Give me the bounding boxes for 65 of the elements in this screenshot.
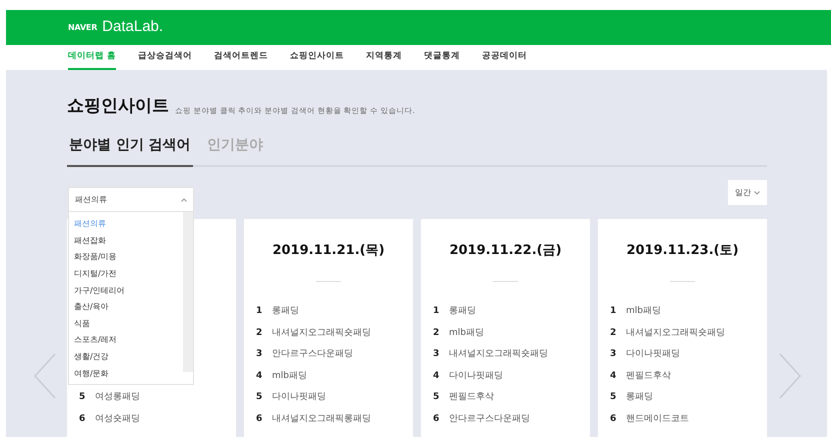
- nav-tab[interactable]: 댓글통계: [424, 45, 460, 70]
- rank-number: 5: [79, 391, 85, 404]
- keyword-link[interactable]: 내셔널지오그래픽숏패딩: [272, 326, 371, 340]
- chevron-up-icon: [181, 198, 187, 202]
- rank-number: 5: [256, 391, 262, 404]
- keyword-link[interactable]: 여성숏패딩: [95, 412, 140, 426]
- keyword-link[interactable]: 롱패딩: [449, 305, 476, 318]
- rank-number: 3: [256, 348, 262, 361]
- rank-number: 4: [433, 370, 439, 382]
- category-option[interactable]: 여행/문화: [74, 365, 183, 382]
- category-option[interactable]: 스포츠/레저: [74, 332, 183, 349]
- keyword-link[interactable]: mlb패딩: [449, 326, 484, 340]
- card-date: 2019.11.21.(목): [272, 242, 385, 260]
- keyword-link[interactable]: 여성롱패딩: [95, 391, 140, 404]
- nav-tab[interactable]: 검색어트렌드: [214, 45, 268, 70]
- category-option[interactable]: 가구/인테리어: [74, 282, 183, 299]
- keyword-link[interactable]: 다이나핏패딩: [626, 348, 680, 362]
- scrollbar[interactable]: [183, 212, 193, 372]
- category-option[interactable]: 식품: [74, 316, 183, 332]
- keyword-link[interactable]: 다이나핏패딩: [449, 370, 503, 383]
- category-option[interactable]: 디지털/가전: [74, 266, 183, 282]
- category-option[interactable]: 패션잡화: [74, 232, 183, 250]
- keyword-link[interactable]: 롱패딩: [272, 305, 299, 318]
- category-select[interactable]: 패션의류: [68, 187, 194, 212]
- rank-number: 2: [610, 326, 616, 340]
- nav-tab[interactable]: 공공데이터: [482, 45, 527, 70]
- rank-number: 4: [610, 370, 616, 382]
- rank-number: 1: [610, 305, 616, 318]
- category-option[interactable]: 화장품/미용: [74, 249, 183, 266]
- rank-number: 4: [256, 370, 262, 382]
- keyword-link[interactable]: 내셔널지오그래픽숏패딩: [626, 326, 725, 340]
- keyword-link[interactable]: 내셔널지오그래픽롱패딩: [272, 412, 371, 426]
- rank-number: 5: [610, 391, 616, 404]
- keyword-link[interactable]: 펜필드후삭: [449, 391, 494, 404]
- rank-number: 6: [433, 412, 439, 426]
- keyword-link[interactable]: 핸드메이드코트: [626, 412, 689, 426]
- keyword-link[interactable]: 다이나핏패딩: [272, 391, 326, 404]
- page-title: 쇼핑인사이트: [67, 98, 169, 115]
- keyword-link[interactable]: mlb패딩: [272, 370, 307, 383]
- keyword-link[interactable]: mlb패딩: [626, 305, 661, 318]
- rank-number: 6: [610, 412, 616, 426]
- rank-number: 6: [256, 412, 262, 426]
- nav-tab[interactable]: 지역통계: [366, 45, 402, 70]
- card-date: 2019.11.23.(토): [626, 242, 739, 260]
- rank-number: 1: [433, 305, 439, 318]
- keyword-link[interactable]: 안다르구스다운패딩: [449, 412, 530, 426]
- rank-number: 3: [433, 348, 439, 361]
- card-date: 2019.11.22.(금): [449, 242, 562, 260]
- period-select[interactable]: 일간: [728, 180, 767, 205]
- category-option[interactable]: 출산/육아: [74, 298, 183, 316]
- nav-tab[interactable]: 급상승검색어: [138, 45, 192, 70]
- category-option[interactable]: 생활/건강: [74, 348, 183, 366]
- rank-number: 5: [433, 391, 439, 404]
- section-tab[interactable]: 분야별 인기 검색어: [67, 135, 193, 167]
- rank-number: 3: [610, 348, 616, 361]
- nav-tab[interactable]: 쇼핑인사이트: [290, 45, 344, 70]
- keyword-link[interactable]: 안다르구스다운패딩: [272, 348, 353, 362]
- keyword-link[interactable]: 롱패딩: [626, 391, 653, 404]
- rank-number: 2: [433, 326, 439, 340]
- rank-number: 1: [256, 305, 262, 318]
- chevron-down-icon: [754, 190, 760, 194]
- keyword-link[interactable]: 펜필드후삭: [626, 370, 671, 383]
- keyword-link[interactable]: 내셔널지오그래픽숏패딩: [449, 348, 548, 362]
- rank-number: 2: [256, 326, 262, 340]
- rank-number: 6: [79, 412, 85, 426]
